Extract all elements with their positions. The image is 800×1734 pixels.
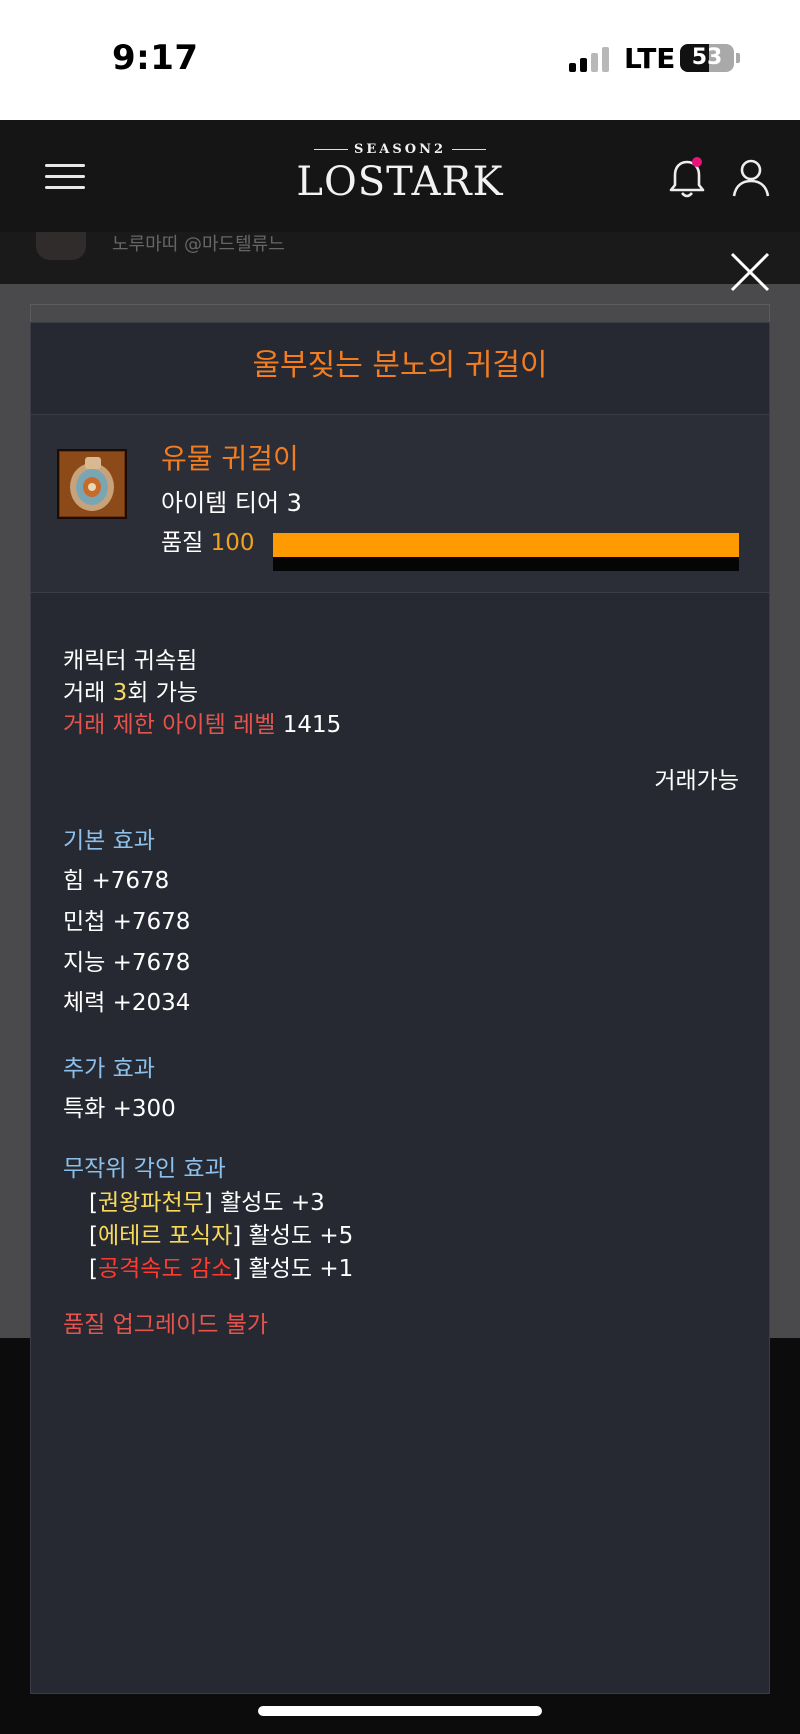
notification-dot-icon — [692, 157, 702, 167]
site-header: SEASON2 LOSTARK — [0, 120, 800, 232]
engraving-name: 권왕파천무 — [97, 1190, 204, 1216]
background-post-text: 노루마띠 @마드텔류느 — [112, 234, 285, 255]
trade-limit-level: 거래 제한 아이템 레벨 1415 — [63, 712, 342, 738]
background-avatar — [36, 232, 86, 260]
close-icon[interactable] — [728, 250, 772, 294]
base-stat-intelligence: 지능 +7678 — [63, 950, 191, 976]
item-header: 유물 귀걸이 아이템 티어 3 품질 100 — [31, 415, 769, 593]
base-stat-strength: 힘 +7678 — [63, 868, 170, 894]
menu-icon[interactable] — [45, 164, 85, 190]
base-effects-title: 기본 효과 — [63, 828, 155, 854]
tradable-status: 거래가능 — [654, 768, 739, 794]
earring-item-icon — [57, 449, 127, 519]
user-icon[interactable] — [730, 156, 772, 200]
battery-level: 53 — [691, 45, 723, 70]
battery-cap — [736, 53, 740, 63]
extra-stat-specialization: 특화 +300 — [63, 1096, 176, 1122]
quality-upgrade-status: 품질 업그레이드 불가 — [63, 1312, 269, 1338]
extra-effects-title: 추가 효과 — [63, 1056, 155, 1082]
engraving-line: [공격속도 감소] 활성도 +1 — [89, 1256, 354, 1282]
engraving-name: 에테르 포식자 — [97, 1223, 233, 1249]
engravings-title: 무작위 각인 효과 — [63, 1156, 226, 1182]
trade-count: 거래 3회 가능 — [63, 680, 199, 706]
signal-icon — [569, 46, 611, 72]
item-grade: 유물 귀걸이 — [161, 442, 299, 475]
quality-value: 100 — [210, 530, 255, 556]
item-tooltip-modal: 울부짖는 분노의 귀걸이 유물 귀걸이 아이템 티어 3 품질 100 캐릭터 … — [30, 322, 770, 1694]
base-stat-dexterity: 민첩 +7678 — [63, 909, 191, 935]
status-bar: 9:17 LTE 53 — [0, 0, 800, 120]
background-post-strip: 노루마띠 @마드텔류느 — [0, 232, 800, 284]
logo-text: LOSTARK — [296, 159, 504, 205]
home-indicator[interactable] — [258, 1706, 542, 1716]
engraving-line: [권왕파천무] 활성도 +3 — [89, 1190, 325, 1216]
engraving-line: [에테르 포식자] 활성도 +5 — [89, 1223, 354, 1249]
bind-status: 캐릭터 귀속됨 — [63, 648, 198, 674]
lostark-logo[interactable]: SEASON2 LOSTARK — [290, 142, 510, 214]
logo-season: SEASON2 — [290, 142, 510, 157]
item-name: 울부짖는 분노의 귀걸이 — [31, 323, 769, 415]
quality-bar — [273, 533, 739, 571]
quality-bar-fill — [273, 533, 739, 557]
item-tier: 아이템 티어 3 — [161, 489, 302, 517]
battery-icon: 53 — [680, 44, 734, 72]
status-time: 9:17 — [112, 38, 199, 78]
engraving-name: 공격속도 감소 — [97, 1256, 233, 1282]
quality-label: 품질 100 — [161, 530, 255, 556]
bell-icon[interactable] — [666, 156, 708, 200]
base-stat-vitality: 체력 +2034 — [63, 990, 191, 1016]
network-label: LTE — [624, 42, 676, 75]
